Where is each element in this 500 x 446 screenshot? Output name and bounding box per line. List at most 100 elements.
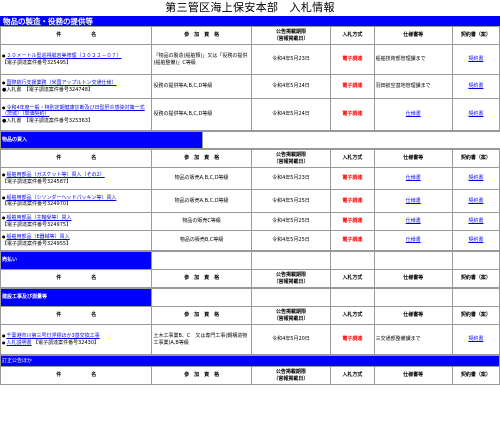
- blank-cell: [151, 288, 252, 307]
- col-header-name: 件 名: [0, 269, 153, 288]
- qual-cell: 役務の提供等A,B,C,D等級: [151, 98, 252, 131]
- table-header-row: 件 名 参 加 資 格 公告掲載期限 （官報掲載日） 入札方式 仕様書等 契約書…: [0, 149, 500, 168]
- item-ref: 【電子調達案件番号324975】: [2, 221, 72, 228]
- col-header-date: 公告掲載期限 （官報掲載日）: [250, 149, 332, 168]
- col-header-spec: 仕様書等: [373, 26, 453, 45]
- section-header-sale: 売払い: [0, 251, 153, 270]
- col-header-qual: 参 加 資 格: [151, 366, 252, 385]
- section-header-construction: 建設工事及び測量等: [0, 288, 153, 307]
- col-header-contract: 契約書（案）: [451, 366, 500, 385]
- table-row: ２０メートル型巡視艇岩美修理（２０２２－０７） 【電子調達案件番号325495】…: [0, 44, 500, 75]
- item-link[interactable]: 令和4年度一般・特別定期健康診断及び日型肝炎感染対策一式（茨城）（単価契約）: [2, 105, 145, 117]
- spec-link[interactable]: 仕様書: [406, 111, 421, 117]
- blank-cell: [250, 251, 332, 270]
- item-link[interactable]: 船舶用部品（ガスケット等）買入（その2）: [7, 172, 105, 178]
- contract-link[interactable]: 契約書: [468, 336, 483, 342]
- spec-cell: 船舶技術部管理課まで: [373, 44, 453, 75]
- contract-link[interactable]: 契約書: [468, 218, 483, 224]
- purchase-table: 物品の買入: [0, 131, 500, 149]
- spec-link[interactable]: 仕様書: [406, 175, 421, 181]
- spec-cell: 羽田航空基地管理課まで: [373, 74, 453, 99]
- date-cell: 令和4年5月24日: [250, 74, 332, 99]
- col-header-date: 公告掲載期限 （官報掲載日）: [250, 366, 332, 385]
- manufacturing-table: 件 名 参 加 資 格 公告掲載期限 （官報掲載日） 入札方式 仕様書等 契約書…: [0, 26, 500, 131]
- table-row: 令和4年度一般・特別定期健康診断及び日型肝炎感染対策一式（茨城）（単価契約） ●…: [0, 98, 500, 131]
- col-header-date: 公告掲載期限 （官報掲載日）: [250, 269, 332, 288]
- col-header-date: 公告掲載期限 （官報掲載日）: [250, 306, 332, 325]
- spec-link[interactable]: 仕様書: [406, 237, 421, 243]
- table-row: 千葉港市川第三号灯浮標ほか3基交換工事 入札説明書 【電子調達案件番号32430…: [0, 324, 500, 355]
- contract-link[interactable]: 契約書: [468, 175, 483, 181]
- item-cell: 千葉港市川第三号灯浮標ほか3基交換工事 入札説明書 【電子調達案件番号32430…: [0, 324, 153, 355]
- item-link[interactable]: 国際航行支援業務（米国アップルトン交通仕様）: [7, 80, 117, 86]
- blank-cell: [250, 288, 332, 307]
- col-header-contract: 契約書（案）: [451, 306, 500, 325]
- table-row: 国際航行支援業務（米国アップルトン交通仕様） ●入札書 【電子調達案件番号324…: [0, 74, 500, 99]
- method-cell: 電子調達: [330, 189, 375, 213]
- date-cell: 令和4年5月24日: [250, 98, 332, 131]
- contract-link[interactable]: 契約書: [468, 198, 483, 204]
- contract-link[interactable]: 契約書: [468, 83, 483, 89]
- col-header-name: 件 名: [0, 366, 153, 385]
- col-header-contract: 契約書（案）: [451, 269, 500, 288]
- qual-cell: 土木工事業B、C 又は専門工事(鋼構造物工事業)A,B等級: [151, 324, 252, 355]
- item-link[interactable]: 船舶用部品（E器械等）買入: [7, 234, 70, 240]
- qual-cell: 物品の販売B,C等級: [151, 230, 252, 251]
- table-header-row: 件 名 参 加 資 格 公告掲載期限 （官報掲載日） 入札方式 仕様書等 契約書…: [0, 366, 500, 385]
- date-cell: 令和4年5月23日: [250, 44, 332, 75]
- col-header-method: 入札方式: [330, 269, 375, 288]
- contract-link[interactable]: 契約書: [468, 56, 483, 62]
- date-cell: 令和4年5月20日: [250, 324, 332, 355]
- table-row: 船舶用部品（E器械等）買入 【電子調達案件番号324955】 物品の販売B,C等…: [0, 230, 500, 251]
- date-cell: 令和4年5月23日: [250, 167, 332, 190]
- qual-cell: 物品の販売A,B,C,D等級: [151, 167, 252, 190]
- method-cell: 電子調達: [330, 167, 375, 190]
- method-cell: 電子調達: [330, 98, 375, 131]
- item-cell: 船舶用部品（ガスケット等）買入（その2） 【電子調達案件番号324587】: [0, 167, 153, 190]
- contract-link[interactable]: 契約書: [468, 237, 483, 243]
- item-link[interactable]: ２０メートル型巡視艇岩美修理（２０２２－０７）: [7, 53, 122, 59]
- spec-cell: 三交通部整備課まで: [373, 324, 453, 355]
- table-header-row: 件 名 参 加 資 格 公告掲載期限 （官報掲載日） 入札方式 仕様書等 契約書…: [0, 269, 500, 288]
- col-header-spec: 仕様書等: [373, 366, 453, 385]
- method-cell: 電子調達: [330, 74, 375, 99]
- spec-link[interactable]: 仕様書: [406, 218, 421, 224]
- item-ref: 【電子調達案件番号324955】: [2, 240, 72, 247]
- blank-cell: [151, 251, 252, 270]
- blank-cell: [451, 251, 500, 270]
- table-row: 船舶用部品（シリンダーヘッドパッキン等）買入 【電子調達案件番号324970】 …: [0, 189, 500, 213]
- instructions-link[interactable]: 入札説明書: [7, 340, 32, 346]
- item-ref: 【電子調達案件番号325495】: [2, 59, 72, 66]
- blank-cell: [202, 131, 500, 149]
- item-cell: 船舶用部品（主軸受等）買入 【電子調達案件番号324975】: [0, 212, 153, 231]
- blank-cell: [330, 288, 375, 307]
- qual-cell: 役務の提供等A,B,C,D等級: [151, 74, 252, 99]
- contract-link[interactable]: 契約書: [468, 111, 483, 117]
- col-header-name: 件 名: [0, 306, 153, 325]
- item-link[interactable]: 船舶用部品（主軸受等）買入: [7, 215, 72, 221]
- item-ref: 【電子調達案件番号32430】: [33, 339, 100, 346]
- item-cell: 船舶用部品（シリンダーヘッドパッキン等）買入 【電子調達案件番号324970】: [0, 189, 153, 213]
- method-cell: 電子調達: [330, 212, 375, 231]
- date-cell: 令和4年5月25日: [250, 212, 332, 231]
- spec-link[interactable]: 仕様書: [406, 198, 421, 204]
- col-header-spec: 仕様書等: [373, 306, 453, 325]
- item-link[interactable]: 船舶用部品（シリンダーヘッドパッキン等）買入: [7, 195, 117, 201]
- method-cell: 電子調達: [330, 324, 375, 355]
- date-cell: 令和4年5月25日: [250, 230, 332, 251]
- table-header-row: 件 名 参 加 資 格 公告掲載期限 （官報掲載日） 入札方式 仕様書等 契約書…: [0, 26, 500, 45]
- section-title: 物品の製造・役務の提供等: [3, 16, 93, 26]
- date-cell: 令和4年5月25日: [250, 189, 332, 213]
- sale-table: 売払い 件 名 参 加 資 格 公告掲載期限 （官報掲載日） 入札方式 仕様書等…: [0, 251, 500, 288]
- col-header-qual: 参 加 資 格: [151, 149, 252, 168]
- method-cell: 電子調達: [330, 230, 375, 251]
- construction-table: 建設工事及び測量等 件 名 参 加 資 格 公告掲載期限 （官報掲載日） 入札方…: [0, 288, 500, 355]
- qual-cell: 物品の販売C等級: [151, 212, 252, 231]
- purchase-rows-table: 件 名 参 加 資 格 公告掲載期限 （官報掲載日） 入札方式 仕様書等 契約書…: [0, 149, 500, 251]
- item-link[interactable]: 千葉港市川第三号灯浮標ほか3基交換工事: [7, 333, 100, 339]
- correction-table: 訂正公告ほか 件 名 参 加 資 格 公告掲載期限 （官報掲載日） 入札方式 仕…: [0, 355, 500, 385]
- blank-cell: [330, 251, 375, 270]
- col-header-method: 入札方式: [330, 26, 375, 45]
- col-header-name: 件 名: [0, 149, 153, 168]
- col-header-contract: 契約書（案）: [451, 149, 500, 168]
